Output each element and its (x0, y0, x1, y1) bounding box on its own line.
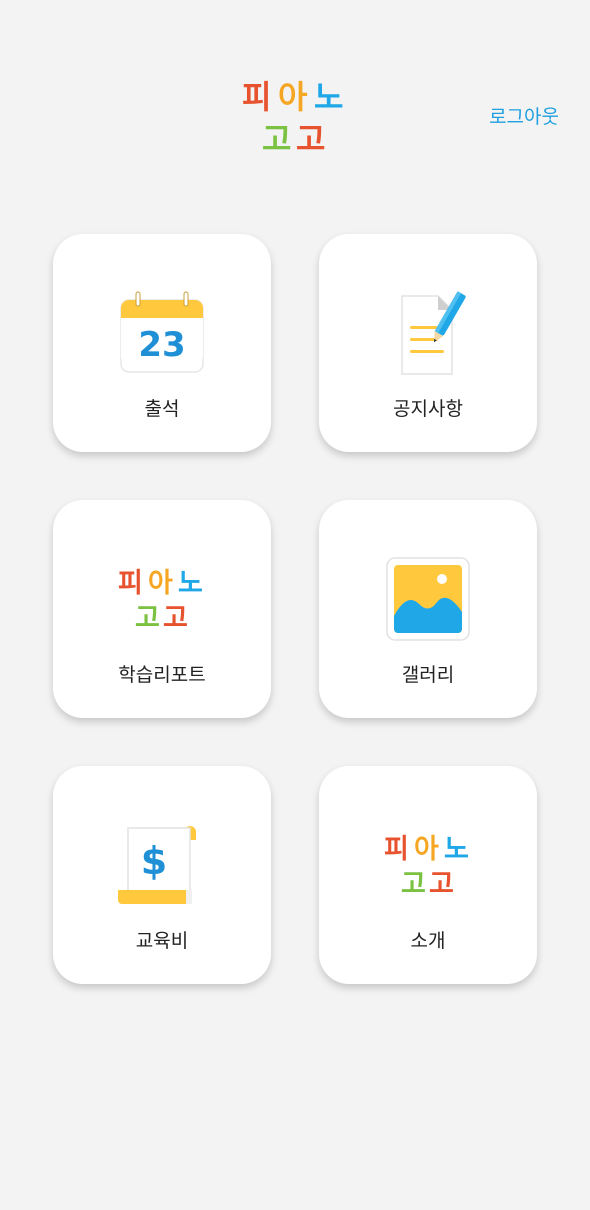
svg-text:아: 아 (148, 568, 173, 599)
menu-card-tuition[interactable]: $ 교육비 (53, 766, 271, 984)
tuition-icon: $ (112, 820, 212, 910)
gallery-icon (378, 554, 478, 644)
svg-text:노: 노 (314, 78, 343, 116)
svg-text:고: 고 (401, 869, 426, 899)
svg-text:고: 고 (163, 603, 188, 633)
menu-card-gallery[interactable]: 갤러리 (319, 500, 537, 718)
logo-icon: 피 아 노 고 고 (378, 820, 478, 910)
svg-text:피: 피 (384, 834, 409, 865)
notice-icon (378, 288, 478, 378)
svg-text:고: 고 (429, 869, 454, 899)
menu-label: 소개 (410, 930, 446, 952)
menu-card-learning-report[interactable]: 피 아 노 고 고 학습리포트 (53, 500, 271, 718)
menu-card-attendance[interactable]: 23 출석 (53, 234, 271, 452)
app-logo: 피 아 노 고 고 (240, 78, 350, 158)
svg-text:피: 피 (242, 78, 271, 116)
logout-button[interactable]: 로그아웃 (489, 102, 559, 129)
svg-text:고: 고 (296, 120, 325, 158)
svg-text:고: 고 (262, 120, 291, 158)
svg-text:노: 노 (444, 834, 469, 865)
menu-label: 갤러리 (401, 664, 455, 686)
menu-card-intro[interactable]: 피 아 노 고 고 소개 (319, 766, 537, 984)
svg-text:피: 피 (118, 568, 143, 599)
menu-label: 교육비 (135, 930, 189, 952)
svg-text:아: 아 (414, 834, 439, 865)
logo-icon: 피 아 노 고 고 (112, 554, 212, 644)
header: 피 아 노 고 고 로그아웃 (0, 0, 590, 170)
svg-text:고: 고 (135, 603, 160, 633)
svg-text:$: $ (141, 839, 167, 883)
svg-text:23: 23 (138, 325, 185, 365)
menu-label: 공지사항 (393, 398, 463, 420)
svg-text:노: 노 (178, 568, 203, 599)
svg-text:아: 아 (278, 78, 308, 116)
calendar-icon: 23 (112, 288, 212, 378)
menu-label: 출석 (144, 398, 180, 420)
menu-grid: 23 출석 공지사항 피 아 노 고 고 학습리포트 갤러리 $ 교육비 피 아… (53, 234, 537, 984)
menu-label: 학습리포트 (118, 664, 206, 686)
menu-card-notice[interactable]: 공지사항 (319, 234, 537, 452)
